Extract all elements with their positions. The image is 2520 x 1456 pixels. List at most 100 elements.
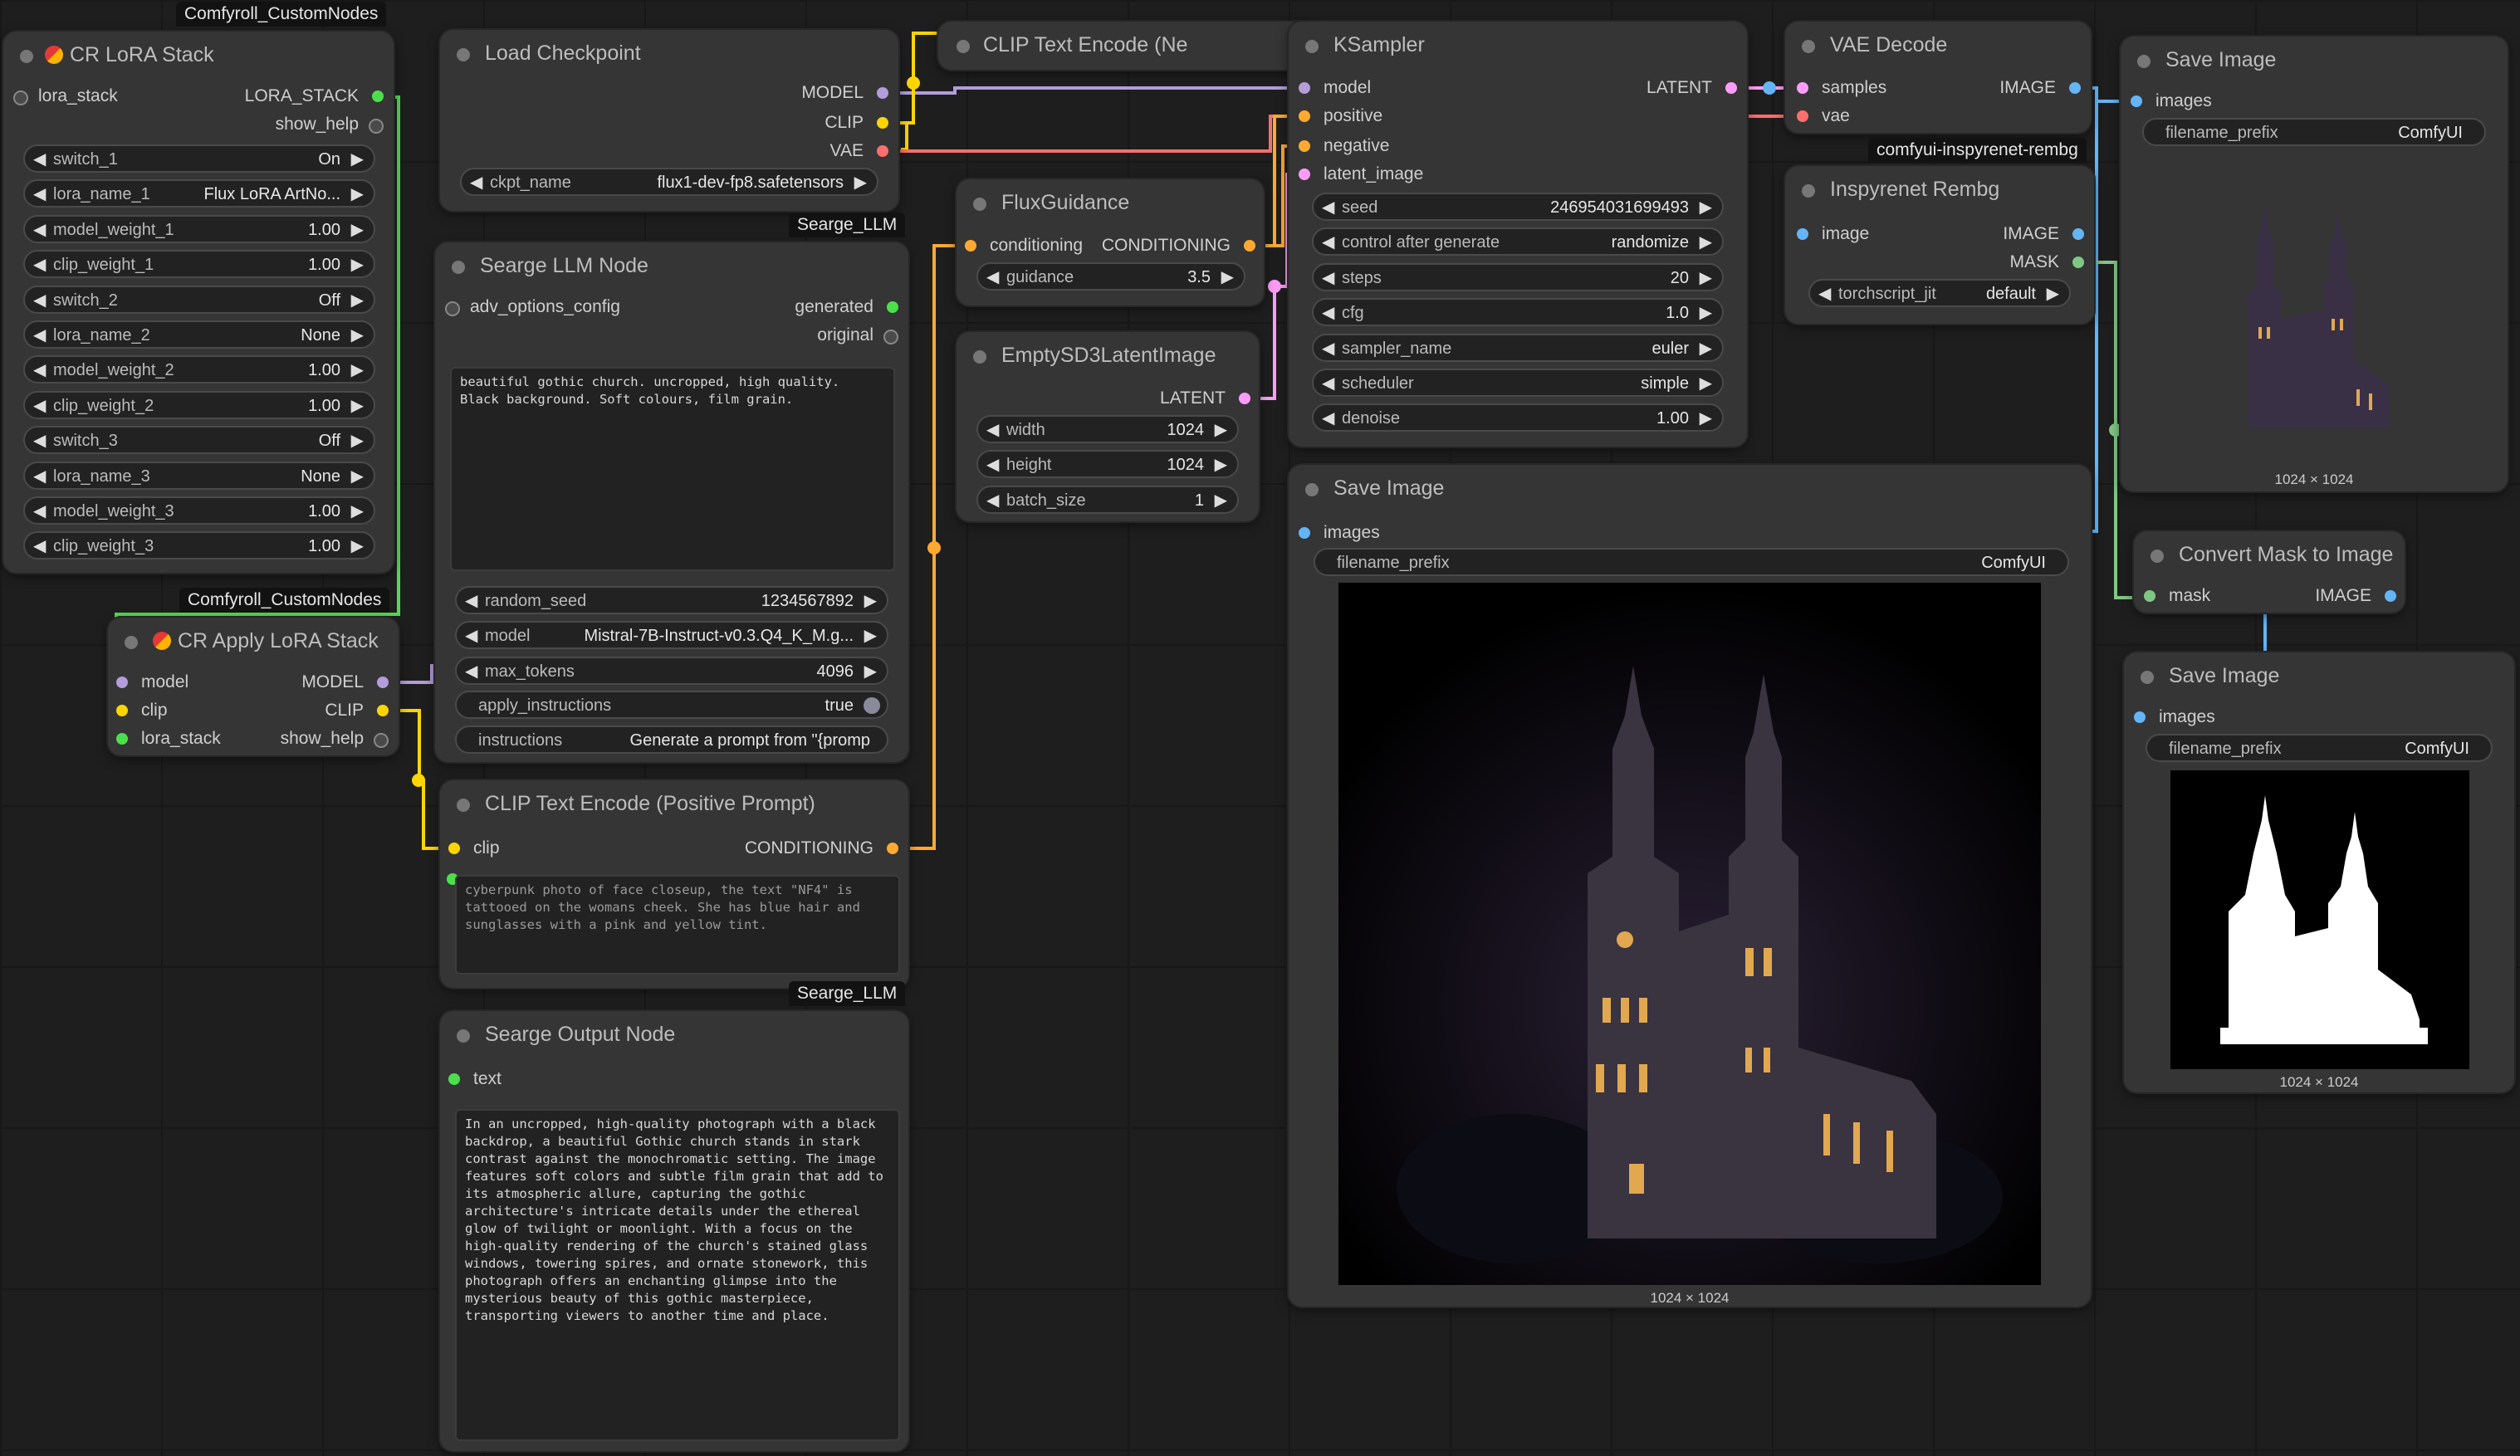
input-latent-image[interactable]: latent_image	[1295, 164, 1423, 184]
input-conditioning[interactable]: conditioning	[962, 236, 1083, 256]
widget-lora-name-3[interactable]: ◀ lora_name_3 None ▶	[23, 461, 375, 490]
widget-max-tokens[interactable]: ◀ max_tokens 4096 ▶	[455, 656, 888, 685]
widget-model-weight-2[interactable]: ◀ model_weight_2 1.00 ▶	[23, 355, 375, 384]
instructions-field[interactable]: instructions Generate a prompt from "{pr…	[455, 726, 888, 754]
torchscript-jit-combo[interactable]: ◀ torchscript_jit default ▶	[1808, 279, 2071, 307]
preview-image-church-cutout[interactable]	[2232, 194, 2398, 443]
node-header[interactable]: Save Image	[2124, 652, 2514, 701]
arrow-left-icon[interactable]: ◀	[1322, 302, 1334, 323]
output-pin-icon[interactable]	[2385, 590, 2396, 602]
prompt-textarea[interactable]: cyberpunk photo of face closeup, the tex…	[455, 875, 900, 975]
input-images[interactable]: images	[2131, 707, 2215, 727]
node-header[interactable]: KSampler	[1289, 22, 1747, 70]
arrow-left-icon[interactable]: ◀	[1818, 283, 1831, 304]
arrow-left-icon[interactable]: ◀	[1322, 408, 1334, 428]
input-pin-icon[interactable]	[2134, 711, 2146, 723]
arrow-left-icon[interactable]: ◀	[986, 454, 999, 475]
node-save-image-mask[interactable]: Save Image images filename_prefix ComfyU…	[2124, 652, 2514, 1092]
arrow-left-icon[interactable]: ◀	[33, 359, 46, 380]
arrow-right-icon[interactable]: ▶	[1700, 197, 1712, 217]
output-pin-icon[interactable]	[372, 90, 384, 102]
arrow-left-icon[interactable]: ◀	[33, 183, 46, 204]
node-vae-decode[interactable]: VAE Decode samples vae IMAGE	[1785, 22, 2091, 133]
output-pin-icon[interactable]	[1244, 240, 1255, 252]
input-pin-icon[interactable]	[2131, 95, 2142, 107]
node-header[interactable]: EmptySD3LatentImage	[957, 332, 1259, 380]
arrow-right-icon[interactable]: ▶	[351, 290, 364, 310]
collapse-dot-icon[interactable]	[2151, 550, 2164, 563]
node-clip-text-encode-positive[interactable]: CLIP Text Encode (Positive Prompt) clip …	[440, 780, 908, 988]
arrow-left-icon[interactable]: ◀	[1322, 267, 1334, 288]
preview-image-mask[interactable]	[2170, 770, 2469, 1069]
widget-width[interactable]: ◀ width 1024 ▶	[976, 415, 1239, 443]
node-header[interactable]: CLIP Text Encode (Ne	[938, 22, 1320, 70]
apply-instructions-toggle[interactable]: apply_instructions true	[455, 691, 888, 719]
arrow-left-icon[interactable]: ◀	[33, 290, 46, 310]
arrow-left-icon[interactable]: ◀	[470, 172, 482, 193]
output-pin-icon[interactable]	[369, 119, 384, 134]
input-clip[interactable]: clip	[445, 838, 500, 858]
arrow-right-icon[interactable]: ▶	[351, 535, 364, 556]
arrow-right-icon[interactable]: ▶	[2047, 283, 2059, 304]
arrow-left-icon[interactable]: ◀	[33, 395, 46, 416]
arrow-right-icon[interactable]: ▶	[351, 501, 364, 521]
arrow-left-icon[interactable]: ◀	[465, 661, 477, 682]
toggle-knob-icon[interactable]	[864, 697, 880, 714]
collapse-dot-icon[interactable]	[973, 350, 986, 364]
arrow-right-icon[interactable]: ▶	[1215, 419, 1227, 440]
arrow-right-icon[interactable]: ▶	[351, 254, 364, 275]
arrow-left-icon[interactable]: ◀	[1322, 197, 1334, 217]
widget-clip-weight-3[interactable]: ◀ clip_weight_3 1.00 ▶	[23, 531, 375, 560]
arrow-left-icon[interactable]: ◀	[33, 430, 46, 451]
widget-cfg[interactable]: ◀ cfg 1.0 ▶	[1312, 298, 1724, 327]
filename-prefix-field[interactable]: filename_prefix ComfyUI	[1314, 548, 2069, 576]
output-lora-stack[interactable]: LORA_STACK	[245, 86, 387, 106]
output-conditioning[interactable]: CONDITIONING	[1102, 236, 1259, 256]
arrow-left-icon[interactable]: ◀	[33, 466, 46, 486]
output-latent[interactable]: LATENT	[1647, 78, 1740, 98]
collapse-dot-icon[interactable]	[125, 636, 138, 649]
node-convert-mask-to-image[interactable]: Convert Mask to Image mask IMAGE	[2134, 531, 2405, 613]
node-inspyrenet-rembg[interactable]: Inspyrenet Rembg image IMAGE MASK ◀ torc…	[1785, 166, 2094, 324]
widget-clip-weight-2[interactable]: ◀ clip_weight_2 1.00 ▶	[23, 390, 375, 419]
arrow-right-icon[interactable]: ▶	[1700, 232, 1712, 252]
arrow-right-icon[interactable]: ▶	[351, 466, 364, 486]
output-textarea[interactable]: In an uncropped, high-quality photograph…	[455, 1109, 900, 1441]
arrow-right-icon[interactable]: ▶	[854, 172, 867, 193]
arrow-right-icon[interactable]: ▶	[351, 219, 364, 240]
widget-denoise[interactable]: ◀ denoise 1.00 ▶	[1312, 403, 1724, 432]
output-clip[interactable]: CLIP	[825, 113, 892, 133]
input-mask[interactable]: mask	[2141, 586, 2210, 606]
arrow-right-icon[interactable]: ▶	[1700, 373, 1712, 393]
guidance-number[interactable]: ◀ guidance 3.5 ▶	[976, 262, 1245, 291]
collapse-dot-icon[interactable]	[2137, 55, 2151, 68]
input-pin-icon[interactable]	[965, 240, 976, 252]
arrow-left-icon[interactable]: ◀	[33, 501, 46, 521]
widget-seed[interactable]: ◀ seed 246954031699493 ▶	[1312, 193, 1724, 221]
arrow-left-icon[interactable]: ◀	[1322, 232, 1334, 252]
node-save-image-main[interactable]: Save Image images filename_prefix ComfyU…	[1289, 465, 2091, 1307]
node-header[interactable]: Inspyrenet Rembg	[1785, 166, 2094, 214]
output-pin-icon[interactable]	[877, 117, 888, 129]
output-model[interactable]: MODEL	[301, 672, 392, 692]
output-image[interactable]: IMAGE	[2003, 224, 2087, 244]
arrow-left-icon[interactable]: ◀	[465, 625, 477, 646]
node-clip-text-encode-collapsed[interactable]: CLIP Text Encode (Ne	[938, 22, 1320, 70]
input-pin-icon[interactable]	[1797, 110, 1808, 122]
node-searge-llm[interactable]: Searge LLM Node adv_options_config gener…	[435, 242, 908, 762]
output-pin-icon[interactable]	[883, 330, 898, 344]
arrow-right-icon[interactable]: ▶	[351, 395, 364, 416]
widget-sampler-name[interactable]: ◀ sampler_name euler ▶	[1312, 333, 1724, 362]
output-pin-icon[interactable]	[2069, 82, 2081, 94]
node-cr-lora-stack[interactable]: CR LoRA Stack lora_stack LORA_STACK show…	[3, 32, 394, 573]
node-header[interactable]: Searge LLM Node	[435, 242, 908, 291]
output-model[interactable]: MODEL	[801, 83, 892, 103]
output-original[interactable]: original	[817, 325, 902, 345]
filename-prefix-field[interactable]: filename_prefix ComfyUI	[2146, 734, 2493, 762]
widget-switch-3[interactable]: ◀ switch_3 Off ▶	[23, 426, 375, 455]
input-pin-icon[interactable]	[2144, 590, 2155, 602]
filename-prefix-field[interactable]: filename_prefix ComfyUI	[2142, 118, 2486, 146]
widget-model[interactable]: ◀ model Mistral-7B-Instruct-v0.3.Q4_K_M.g.…	[455, 621, 888, 650]
output-pin-icon[interactable]	[1725, 82, 1737, 94]
input-adv-options[interactable]: adv_options_config	[442, 297, 620, 317]
